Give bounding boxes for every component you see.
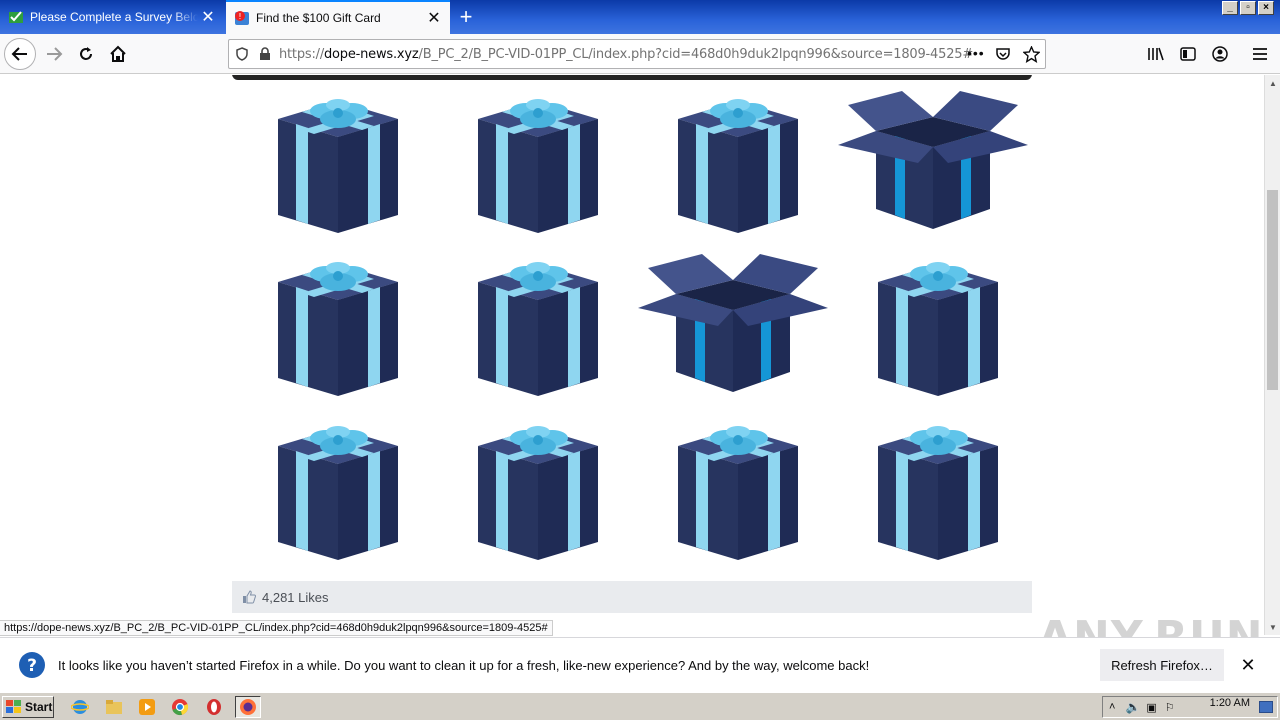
bookmark-star-icon[interactable]	[1023, 46, 1040, 63]
reload-icon	[80, 47, 92, 60]
gift-box[interactable]	[468, 260, 608, 400]
gift-box[interactable]	[468, 424, 608, 564]
account-button[interactable]	[1204, 38, 1236, 70]
gift-box[interactable]	[468, 97, 608, 237]
reload-button[interactable]	[70, 38, 102, 70]
media-player-icon[interactable]	[137, 697, 157, 717]
page-actions-icon[interactable]: •••	[967, 45, 985, 61]
survey-favicon-icon	[9, 11, 23, 23]
open-gift-box[interactable]	[638, 252, 828, 392]
account-icon	[1212, 46, 1228, 62]
sidebar-button[interactable]	[1172, 38, 1204, 70]
scroll-up-icon[interactable]: ▲	[1265, 75, 1280, 91]
gift-box[interactable]	[868, 260, 1008, 400]
library-button[interactable]	[1140, 38, 1172, 70]
sidebar-icon	[1180, 47, 1196, 61]
notification-bar: ? It looks like you haven’t started Fire…	[0, 637, 1280, 692]
close-window-button[interactable]: ×	[1258, 1, 1274, 15]
desktop-icon[interactable]	[1259, 701, 1273, 713]
gift-box[interactable]	[868, 424, 1008, 564]
thumbs-up-icon	[243, 590, 256, 604]
ie-icon[interactable]	[70, 697, 90, 717]
restore-button[interactable]: ▫	[1240, 1, 1256, 15]
scroll-down-icon[interactable]: ▼	[1265, 619, 1280, 635]
tab-strip: Please Complete a Survey Below to Claim …	[0, 0, 1280, 34]
system-tray: ˄ 🔈 ▣ ⚐	[1102, 696, 1278, 718]
opera-icon[interactable]	[204, 697, 224, 717]
page-content: 4,281 Likes	[0, 75, 1264, 620]
arrow-right-icon	[47, 47, 63, 61]
address-bar[interactable]: https://dope-news.xyz/B_PC_2/B_PC-VID-01…	[228, 39, 1046, 69]
network-icon[interactable]: ▣	[1146, 701, 1156, 714]
library-icon	[1148, 47, 1164, 61]
explorer-icon[interactable]	[104, 697, 124, 717]
open-gift-box[interactable]	[838, 89, 1028, 229]
firefox-icon	[240, 699, 256, 715]
back-button[interactable]	[4, 38, 36, 70]
close-notification-icon[interactable]: ✕	[1238, 655, 1258, 675]
tab-title: Find the $100 Gift Card	[256, 11, 381, 25]
scroll-thumb[interactable]	[1267, 190, 1278, 390]
shield-icon[interactable]	[235, 47, 249, 61]
window-controls: _ ▫ ×	[1222, 1, 1274, 15]
volume-icon[interactable]: 🔈	[1125, 700, 1140, 714]
tab-gift-card[interactable]: ! Find the $100 Gift Card ✕	[226, 0, 450, 34]
close-tab-icon[interactable]: ✕	[424, 8, 444, 28]
home-icon	[110, 45, 126, 62]
svg-text:!: !	[238, 12, 241, 21]
start-button[interactable]: Start	[2, 696, 54, 718]
windows-logo-icon	[6, 700, 21, 713]
likes-bar[interactable]: 4,281 Likes	[232, 581, 1032, 613]
notification-message: It looks like you haven’t started Firefo…	[58, 657, 870, 673]
firefox-taskbar-button[interactable]	[235, 696, 261, 718]
close-tab-icon[interactable]: ✕	[198, 7, 218, 27]
arrow-left-icon	[11, 47, 27, 61]
lock-icon[interactable]	[259, 47, 271, 61]
pocket-icon[interactable]	[995, 46, 1011, 62]
windows-taskbar: Start ˄ 🔈 ▣ ⚐ 1:20 AM	[0, 692, 1280, 720]
page-header-bar	[232, 75, 1032, 80]
question-icon: ?	[19, 652, 45, 678]
tray-expand-icon[interactable]: ˄	[1109, 701, 1115, 713]
menu-button[interactable]	[1244, 38, 1276, 70]
gift-box[interactable]	[268, 424, 408, 564]
url-text[interactable]: https://dope-news.xyz/B_PC_2/B_PC-VID-01…	[279, 47, 973, 62]
gift-box[interactable]	[668, 97, 808, 237]
hamburger-menu-icon	[1253, 48, 1267, 60]
home-button[interactable]	[102, 38, 134, 70]
gift-box[interactable]	[668, 424, 808, 564]
likes-count: 4,281 Likes	[262, 589, 329, 605]
flag-icon[interactable]: ⚐	[1165, 701, 1175, 714]
minimize-button[interactable]: _	[1222, 1, 1238, 15]
refresh-firefox-button[interactable]: Refresh Firefox…	[1100, 649, 1224, 681]
svg-text:?: ?	[27, 656, 37, 676]
status-url: https://dope-news.xyz/B_PC_2/B_PC-VID-01…	[0, 620, 553, 636]
gift-box[interactable]	[268, 260, 408, 400]
tab-survey[interactable]: Please Complete a Survey Below to Claim …	[0, 0, 224, 34]
navigation-toolbar: https://dope-news.xyz/B_PC_2/B_PC-VID-01…	[0, 34, 1280, 74]
new-tab-icon[interactable]: +	[452, 0, 480, 34]
page-scrollbar[interactable]: ▲ ▼	[1264, 75, 1280, 635]
chrome-icon[interactable]	[170, 697, 190, 717]
gift-box[interactable]	[268, 97, 408, 237]
alert-favicon-icon: !	[235, 11, 249, 25]
forward-button[interactable]	[38, 38, 70, 70]
tab-title: Please Complete a Survey Below to Claim	[30, 10, 198, 24]
clock: 1:20 AM	[1209, 697, 1250, 709]
